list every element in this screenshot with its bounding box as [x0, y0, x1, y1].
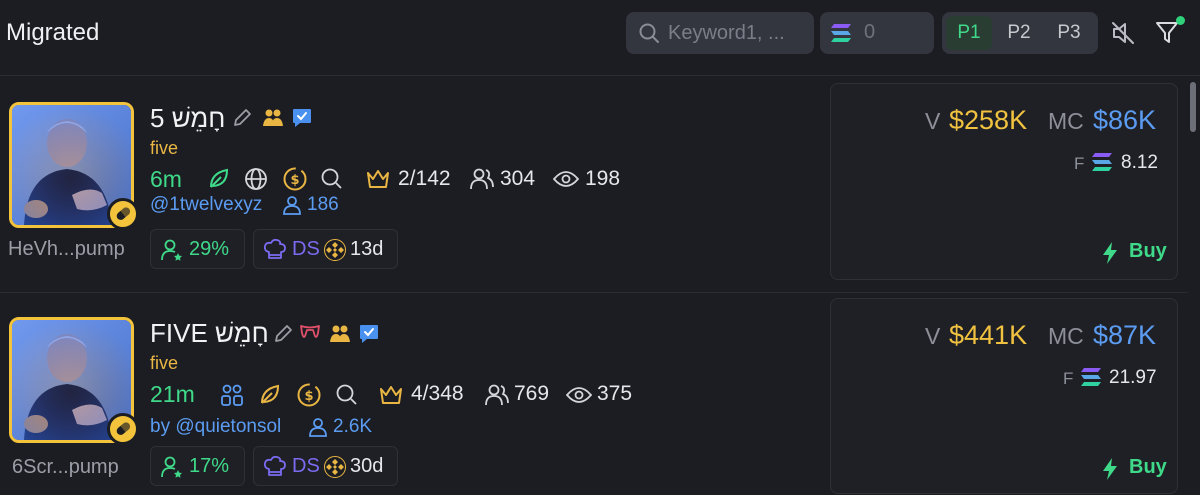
- token-market-card[interactable]: V $441K MC $87K F 21.97 Buy: [830, 298, 1178, 494]
- sol-amount-value: 0: [864, 21, 876, 43]
- lightning-icon: [1101, 241, 1119, 265]
- search-input[interactable]: [668, 20, 806, 46]
- token-age: 6m: [150, 166, 182, 192]
- dev-tag: DS: [292, 455, 320, 477]
- globe-icon[interactable]: [244, 167, 268, 191]
- bnb-icon: [324, 456, 346, 478]
- scrollbar-thumb[interactable]: [1190, 82, 1196, 132]
- holders-count: 769: [514, 382, 550, 405]
- volume-label: V: [925, 323, 941, 349]
- coin-icon[interactable]: $: [282, 166, 308, 192]
- dev-chip[interactable]: DS 13d: [253, 229, 398, 269]
- token-age: 21m: [150, 381, 195, 407]
- chef-hat-icon: [263, 455, 287, 479]
- fee-label: F: [1074, 154, 1085, 173]
- creator-followers: 2.6K: [333, 416, 373, 437]
- users-icon: [484, 383, 510, 407]
- leaf-icon[interactable]: [207, 167, 231, 191]
- market-cap-value: $86K: [1093, 105, 1157, 135]
- token-row[interactable]: 6Scr...pump FIVE חָמֵשׁ five 21m $ 4/348…: [0, 292, 1188, 495]
- verified-icon: [291, 107, 313, 129]
- snipers-percent: 29%: [189, 238, 230, 260]
- edit-icon[interactable]: [232, 108, 252, 128]
- fangs-icon: [299, 323, 321, 345]
- solana-icon: [1091, 152, 1113, 172]
- svg-text:$: $: [304, 389, 313, 404]
- fee-label: F: [1063, 369, 1074, 388]
- preset-p3-button[interactable]: P3: [1046, 16, 1092, 50]
- edit-icon[interactable]: [273, 324, 293, 344]
- volume-label: V: [925, 108, 941, 134]
- token-name: FIVE חָמֵשׁ: [150, 318, 269, 348]
- crown-icon: [379, 384, 403, 406]
- mc-label: MC: [1048, 108, 1084, 134]
- filter-active-indicator: [1176, 16, 1185, 25]
- creator-handle[interactable]: @1twelvexyz: [150, 194, 262, 216]
- leaf-icon[interactable]: [258, 383, 282, 407]
- token-name: 5 חָמֵשׁ: [150, 103, 226, 133]
- pill-icon: [107, 413, 139, 445]
- view-count: 375: [597, 382, 633, 405]
- holders-count: 304: [500, 167, 536, 190]
- fees-value: 8.12: [1121, 152, 1158, 173]
- user-icon: [282, 195, 302, 215]
- buy-button[interactable]: Buy: [1129, 240, 1167, 263]
- eye-icon: [566, 385, 592, 405]
- view-count: 198: [585, 167, 621, 190]
- mc-label: MC: [1048, 323, 1084, 349]
- dev-chip[interactable]: DS 30d: [253, 446, 398, 486]
- user-icon: [308, 417, 328, 437]
- dev-tag: DS: [292, 238, 320, 260]
- snipers-chip: 29%: [150, 229, 245, 269]
- svg-text:$: $: [290, 173, 299, 188]
- chef-hat-icon: [263, 238, 287, 262]
- token-address[interactable]: HeVh...pump: [8, 238, 125, 261]
- snipers-percent: 17%: [189, 455, 230, 477]
- community-icon[interactable]: [220, 383, 244, 407]
- volume-value: $441K: [949, 320, 1028, 350]
- eye-icon: [553, 169, 579, 189]
- page-title: Migrated: [6, 19, 100, 46]
- buy-button[interactable]: Buy: [1129, 456, 1167, 479]
- preset-p2-button[interactable]: P2: [996, 16, 1042, 50]
- mute-icon[interactable]: [1110, 20, 1136, 46]
- solana-icon: [1080, 367, 1102, 387]
- token-address[interactable]: 6Scr...pump: [12, 456, 119, 479]
- token-row[interactable]: HeVh...pump 5 חָמֵשׁ five 6m $ 2/142 304…: [0, 77, 1188, 293]
- people-icon: [329, 323, 351, 345]
- volume-value: $258K: [949, 105, 1028, 135]
- lightning-icon: [1101, 457, 1119, 481]
- search-icon[interactable]: [335, 383, 359, 407]
- preset-p1-button[interactable]: P1: [946, 16, 992, 50]
- people-icon: [262, 107, 284, 129]
- pill-icon: [107, 198, 139, 230]
- dev-age: 30d: [350, 455, 384, 477]
- preset-selector: P1 P2 P3: [942, 12, 1098, 54]
- market-cap-value: $87K: [1093, 320, 1157, 350]
- top10-holders: 2/142: [398, 167, 451, 190]
- search-box[interactable]: [626, 12, 814, 54]
- user-star-icon: [160, 455, 184, 479]
- token-ticker: five: [150, 138, 179, 158]
- sol-amount-field[interactable]: 0: [820, 12, 934, 54]
- coin-icon[interactable]: $: [296, 382, 322, 408]
- bnb-icon: [324, 239, 346, 261]
- creator-followers: 186: [307, 194, 339, 215]
- verified-icon: [358, 323, 380, 345]
- creator-handle[interactable]: by @quietonsol: [150, 416, 281, 438]
- header-bar: Migrated 0 P1 P2 P3: [0, 0, 1200, 76]
- solana-icon: [830, 23, 852, 43]
- user-star-icon: [160, 238, 184, 262]
- users-icon: [469, 167, 495, 191]
- fees-value: 21.97: [1109, 367, 1157, 388]
- search-icon: [638, 22, 660, 44]
- dev-age: 13d: [350, 238, 384, 260]
- search-icon[interactable]: [320, 167, 344, 191]
- token-ticker: five: [150, 353, 179, 373]
- snipers-chip: 17%: [150, 446, 245, 486]
- token-market-card[interactable]: V $258K MC $86K F 8.12 Buy: [830, 83, 1178, 280]
- crown-icon: [366, 168, 390, 190]
- top10-holders: 4/348: [411, 382, 464, 405]
